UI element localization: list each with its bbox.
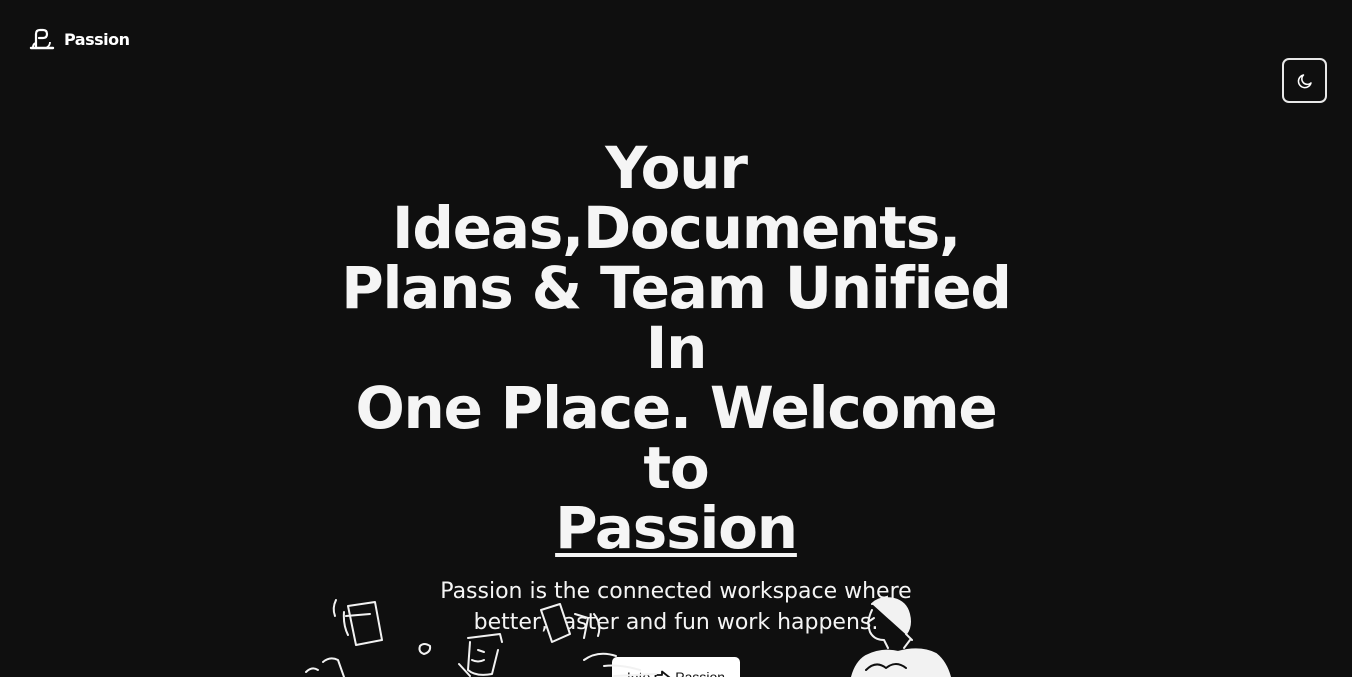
hero-title-brand: Passion: [555, 494, 798, 562]
person-with-umbrella-illustration: [851, 597, 951, 677]
flying-papers-illustration: [305, 599, 657, 677]
passion-logo-icon: [29, 28, 55, 50]
logo-link[interactable]: Passion: [28, 26, 130, 52]
hero-title: Your Ideas,Documents, Plans & Team Unifi…: [316, 138, 1036, 558]
moon-icon: [1297, 73, 1312, 88]
landing-page: Passion Your Ideas,Documents, Plans & Te…: [0, 0, 1352, 677]
hero-title-line-3: One Place. Welcome to: [355, 374, 997, 502]
hero-illustration: [305, 597, 951, 677]
logo-text: Passion: [64, 29, 130, 49]
hero-title-line-2: Plans & Team Unified In: [341, 254, 1012, 382]
hero-title-line-1: Your Ideas,Documents,: [392, 134, 961, 262]
top-navigation-bar: Passion: [0, 0, 1352, 103]
theme-toggle-button[interactable]: [1282, 58, 1327, 103]
